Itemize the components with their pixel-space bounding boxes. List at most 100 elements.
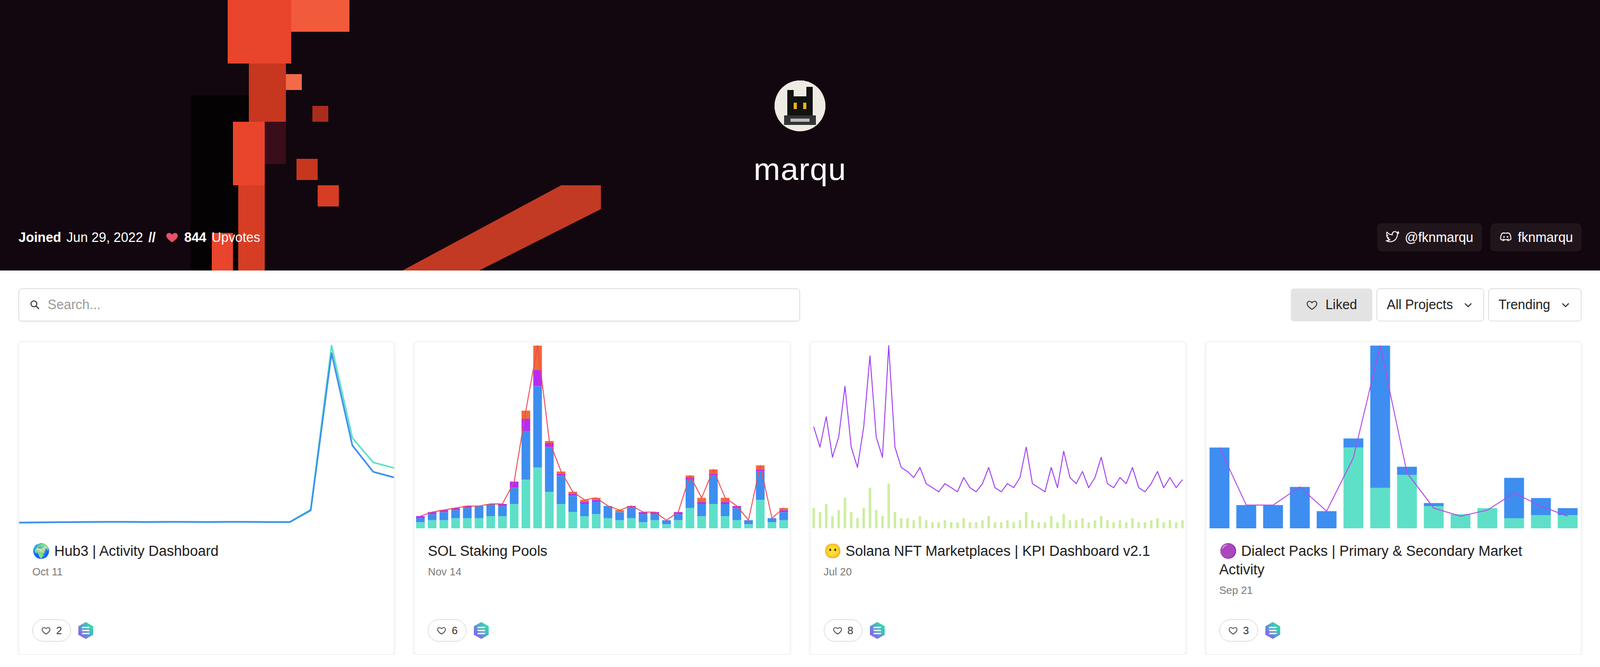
chart-bar [887,483,891,529]
chart-bar [568,496,578,513]
chart-bar [824,504,828,529]
chart-bar [615,520,624,529]
social-link[interactable]: @fknmarqu [1377,223,1482,253]
chart-bar [1316,511,1337,529]
chart-bar [1162,522,1165,529]
profile-stats: Joined Jun 29, 2022 // 844 Upvotes [18,227,261,248]
solana-icon [76,621,96,641]
chart-bar [521,430,530,480]
twitter-icon [1385,230,1400,245]
chart-bar [1343,447,1363,529]
chart-bar [767,518,777,523]
chart-bar [474,518,484,529]
chart-area [19,342,394,529]
chart-bar [1074,520,1078,529]
user-name: marqu [753,150,847,189]
card-footer: 2 [32,608,381,642]
heart-icon [1228,625,1238,636]
chart-line [420,345,784,521]
chart-bar [533,386,542,468]
chart-bar [1557,515,1578,529]
filter-dropdown[interactable]: All Projects [1376,288,1485,322]
chart-bar [893,511,896,529]
chart-bar [856,518,859,529]
chart-line [1219,345,1568,517]
chart-bar [868,487,871,529]
chart-bar [1504,518,1524,529]
chart-bar [662,520,671,525]
chart-bar [1423,502,1444,507]
chart-bar [1530,515,1551,529]
chart-bar [818,511,822,529]
upvote-label: Upvotes [211,227,261,248]
chart-bar [949,522,953,529]
chart-bar [639,514,648,523]
chart-bar [556,504,566,529]
chart-bar [1130,518,1134,529]
chart-bar [1209,447,1229,529]
solana-icon [867,621,887,641]
search-field[interactable] [18,288,800,322]
card-title[interactable]: 🌍 Hub3 | Activity Dashboard [32,542,381,561]
chart-bar [1137,522,1140,529]
avatar-icon [774,80,826,132]
chart-bar [1099,516,1103,529]
chevron-down-icon [1559,299,1572,311]
discord-icon [1498,230,1513,245]
heart-icon [832,625,843,636]
project-card[interactable]: 😶 Solana NFT Marketplaces | KPI Dashboar… [810,341,1186,655]
joined-date: Jun 29, 2022 [66,227,144,248]
chart-bar [580,501,589,505]
chart-bar [615,511,624,520]
chart-bar [937,522,940,529]
chart-bar [416,522,425,529]
chart-bar [673,520,683,529]
project-card[interactable]: 🌍 Hub3 | Activity DashboardOct 112 [18,341,395,655]
social-link[interactable]: fknmarqu [1490,223,1582,253]
like-count: 6 [451,624,458,637]
like-count: 3 [1243,624,1249,637]
chart-bar [1168,520,1172,529]
profile-meta: Joined Jun 29, 2022 // 844 Upvotes @fknm… [18,223,1582,253]
filter-label: Trending [1498,294,1551,316]
chart-bar [1049,516,1053,529]
chart-bar [1174,522,1178,529]
chart-bar [650,514,660,521]
filter-dropdown[interactable]: Trending [1488,288,1582,322]
chart-bar [451,509,461,518]
search-input[interactable] [47,294,789,316]
like-button[interactable]: 6 [427,619,467,642]
chart-bar [697,504,706,517]
like-button[interactable]: 8 [823,619,863,642]
chart-bar [545,491,554,529]
chart-bar [427,514,437,521]
chart-bar [968,522,972,529]
liked-button[interactable]: Liked [1290,288,1373,322]
chart-bar [1155,518,1159,529]
chart-bar [1236,505,1256,529]
chart-bar [556,473,566,476]
chart-area [810,342,1186,529]
project-card[interactable]: SOL Staking PoolsNov 146 [414,341,790,655]
chart-bar [1037,522,1040,529]
chart-bar [918,516,922,529]
chart-bar [993,522,996,529]
chart-bar [673,514,683,521]
social-handle: @fknmarqu [1404,227,1474,248]
chart-bar [1012,522,1015,529]
project-card[interactable]: 🟣 Dialect Packs | Primary & Secondary Ma… [1205,341,1582,655]
card-footer: 3 [1219,608,1568,642]
upvote-count: 844 [184,227,207,248]
chart-bar [1180,520,1184,529]
toolbar: Liked All Projects Trending [0,288,1600,322]
toolbar-actions: Liked All Projects Trending [1290,288,1582,322]
chart-bar [1477,508,1497,529]
card-title[interactable]: SOL Staking Pools [427,542,777,561]
like-button[interactable]: 2 [32,619,71,642]
card-title[interactable]: 😶 Solana NFT Marketplaces | KPI Dashboar… [823,542,1173,561]
chevron-down-icon [1462,299,1474,311]
like-button[interactable]: 3 [1219,619,1258,642]
separator: // [148,227,156,248]
card-title[interactable]: 🟣 Dialect Packs | Primary & Secondary Ma… [1219,542,1568,580]
chart-bar [451,518,461,529]
